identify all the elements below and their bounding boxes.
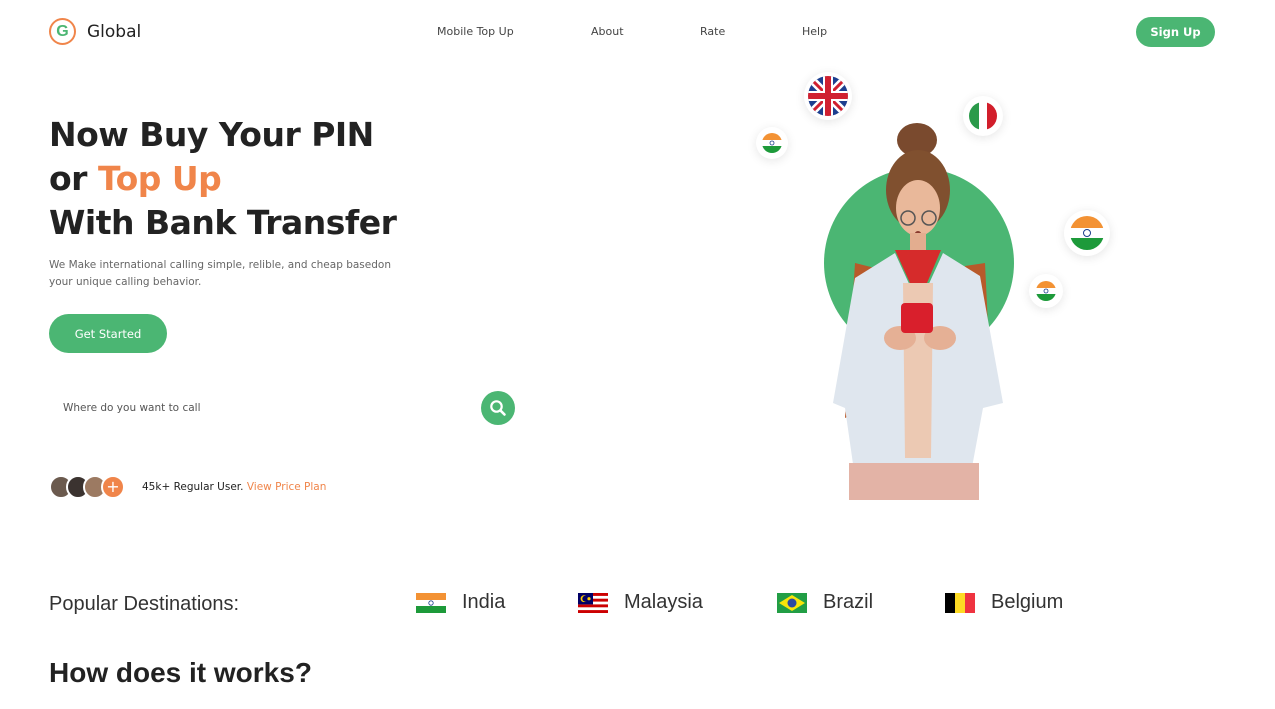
nav-help[interactable]: Help bbox=[802, 25, 827, 38]
india-flag-icon bbox=[416, 592, 446, 613]
hero-title-line2-prefix: or bbox=[49, 159, 98, 198]
call-search-input[interactable] bbox=[49, 389, 479, 427]
search-icon bbox=[490, 400, 506, 416]
hero-woman-illustration bbox=[833, 123, 1003, 500]
india-flag-icon bbox=[1036, 281, 1056, 301]
popular-destinations-label: Popular Destinations: bbox=[49, 593, 240, 615]
nav-mobile-top-up[interactable]: Mobile Top Up bbox=[437, 25, 514, 38]
hero-title-line1: Now Buy Your PIN bbox=[49, 115, 374, 154]
brand-name: Global bbox=[87, 21, 142, 42]
hero-subtitle: We Make international calling simple, re… bbox=[49, 259, 391, 288]
destination-malaysia[interactable]: Malaysia bbox=[578, 591, 703, 614]
brand-logo[interactable]: G Global bbox=[49, 18, 141, 45]
india-flag-icon bbox=[762, 133, 782, 153]
uk-flag-bubble bbox=[804, 72, 852, 120]
india-flag-bubble-small bbox=[756, 127, 788, 159]
belgium-flag-icon bbox=[945, 592, 975, 613]
destination-brazil[interactable]: Brazil bbox=[777, 591, 873, 614]
destination-label: Belgium bbox=[991, 591, 1064, 613]
destination-belgium[interactable]: Belgium bbox=[945, 591, 1063, 614]
nav-about[interactable]: About bbox=[591, 25, 624, 38]
get-started-button[interactable]: Get Started bbox=[49, 314, 167, 353]
malaysia-flag-icon bbox=[578, 592, 608, 613]
nav-rate[interactable]: Rate bbox=[700, 25, 725, 38]
italy-flag-bubble bbox=[963, 96, 1003, 136]
hero-title-accent: Top Up bbox=[97, 159, 222, 198]
hero-title: Now Buy Your PIN or Top Up With Bank Tra… bbox=[49, 113, 397, 245]
users-count: 45k+ Regular User. bbox=[142, 481, 244, 493]
destination-label: Brazil bbox=[823, 591, 874, 613]
users-text: 45k+ Regular User. View Price Plan bbox=[142, 481, 326, 493]
search-button[interactable] bbox=[481, 391, 515, 425]
regular-users: + 45k+ Regular User. View Price Plan bbox=[49, 475, 326, 499]
hero-title-line3: With Bank Transfer bbox=[49, 203, 397, 242]
plus-icon[interactable]: + bbox=[101, 475, 125, 499]
destination-label: India bbox=[462, 591, 506, 613]
brazil-flag-icon bbox=[777, 592, 807, 613]
uk-flag-icon bbox=[808, 76, 848, 116]
how-it-works-heading: How does it works? bbox=[49, 657, 312, 689]
italy-flag-icon bbox=[969, 102, 997, 130]
sign-up-button[interactable]: Sign Up bbox=[1136, 17, 1215, 47]
call-search bbox=[49, 389, 517, 427]
india-flag-bubble-large bbox=[1064, 210, 1110, 256]
destination-india[interactable]: India bbox=[416, 591, 505, 614]
logo-icon: G bbox=[49, 18, 76, 45]
destination-label: Malaysia bbox=[624, 591, 703, 613]
user-avatars: + bbox=[49, 475, 127, 499]
logo-letter: G bbox=[56, 22, 69, 40]
how-rest: it works? bbox=[181, 657, 312, 688]
india-flag-icon bbox=[1070, 216, 1104, 250]
how-bold: How does bbox=[49, 657, 182, 688]
header: G Global Mobile Top Up About Rate Help S… bbox=[0, 0, 1275, 64]
india-flag-bubble-medium bbox=[1029, 274, 1063, 308]
view-price-plan-link[interactable]: View Price Plan bbox=[247, 481, 327, 493]
